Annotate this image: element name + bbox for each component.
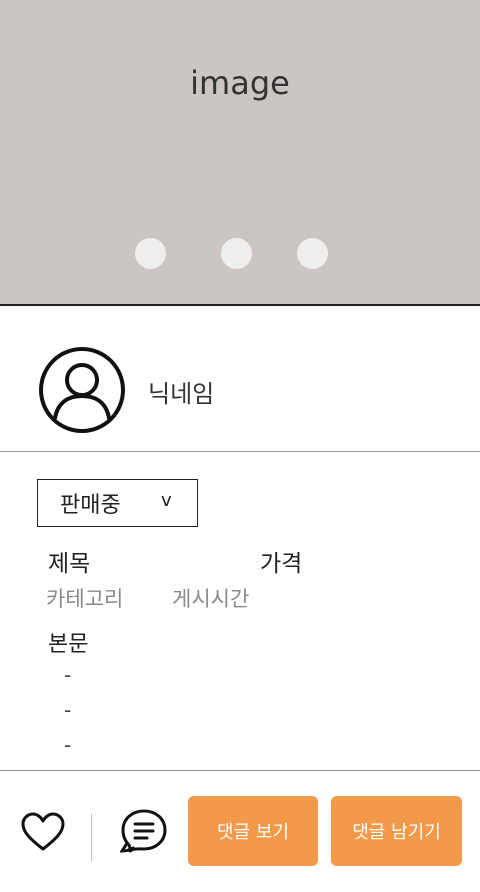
leave-comment-button[interactable]: 댓글 남기기: [331, 796, 462, 866]
carousel-dot-1[interactable]: [135, 238, 166, 269]
profile-divider: [0, 451, 480, 452]
carousel-dot-2[interactable]: [221, 238, 252, 269]
seller-profile: 닉네임: [0, 306, 480, 451]
body-line-2: -: [64, 698, 72, 722]
image-placeholder-label: image: [190, 64, 290, 102]
listing-post-time: 게시시간: [172, 587, 250, 611]
body-line-3: -: [64, 733, 72, 757]
seller-nickname[interactable]: 닉네임: [148, 374, 214, 409]
action-separator: [91, 814, 92, 862]
listing-category: 카테고리: [46, 587, 124, 611]
sale-status-dropdown[interactable]: 판매중 v: [37, 479, 198, 527]
chevron-down-icon: v: [161, 490, 172, 511]
listing-price: 가격: [260, 551, 303, 577]
listing-title: 제목: [48, 551, 91, 577]
sale-status-label: 판매중: [60, 493, 121, 518]
carousel-dot-3[interactable]: [297, 238, 328, 269]
bottom-bar-divider: [0, 770, 480, 771]
heart-icon[interactable]: [20, 811, 66, 853]
chat-bubble-icon[interactable]: [120, 807, 168, 855]
user-avatar-icon[interactable]: [38, 346, 126, 434]
view-comments-button[interactable]: 댓글 보기: [188, 796, 318, 866]
listing-body-label: 본문: [48, 632, 89, 657]
image-carousel[interactable]: image: [0, 0, 480, 306]
body-line-1: -: [64, 663, 72, 687]
